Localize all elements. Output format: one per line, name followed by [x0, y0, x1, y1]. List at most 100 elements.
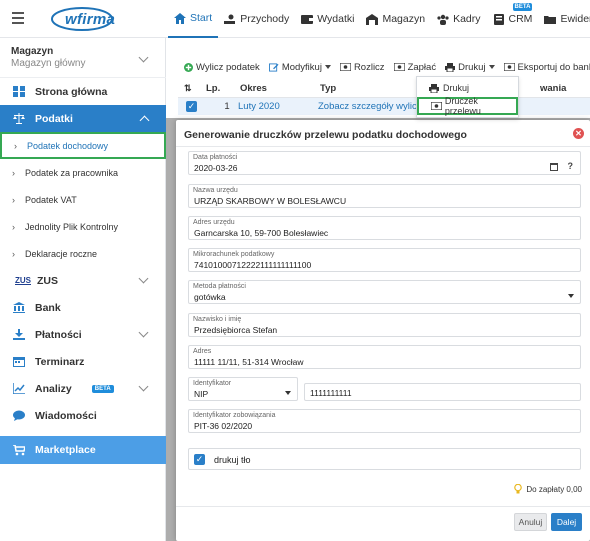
adres-field[interactable]: Adres 11111 11/11, 51-314 Wrocław [188, 345, 581, 369]
sidebar-item-podatek-za-pracownika[interactable]: › Podatek za pracownika [0, 159, 166, 186]
warehouse-title: Magazyn [11, 46, 54, 57]
cart-icon [13, 444, 25, 455]
print-transfer-modal: Generowanie druczków przelewu podatku do… [176, 120, 590, 541]
nav-ewidencje-label: Ewidencje [560, 13, 590, 25]
wfirma-logo[interactable]: wfirma [48, 6, 128, 32]
lightbulb-icon [514, 484, 523, 494]
field-label: Nazwisko i imię [193, 316, 242, 323]
sidebar-item-podatki[interactable]: Podatki [0, 105, 166, 132]
field-label: Data płatności [193, 154, 238, 161]
sidebar-item-strona-glowna[interactable]: Strona główna [0, 78, 166, 105]
nav-ewidencje[interactable]: Ewidencje [538, 0, 590, 38]
wallet-icon [301, 14, 314, 24]
cancel-button[interactable]: Anuluj [514, 513, 547, 531]
nav-start[interactable]: Start [168, 0, 219, 38]
sidebar-item-wiadomosci[interactable]: Wiadomości [0, 402, 166, 429]
top-bar: wfirma Start Przychody Wydatki Magazyn K… [0, 0, 590, 38]
identyfikator-number-field[interactable]: 1111111111 [304, 383, 581, 401]
metoda-platnosci-select[interactable]: Metoda płatności gotówka [188, 280, 581, 304]
sidebar-item-label: Podatki [35, 112, 73, 125]
column-trailing[interactable]: wania [540, 83, 566, 94]
sidebar-item-jpk[interactable]: › Jednolity Plik Kontrolny [0, 213, 166, 240]
nazwa-urzedu-field[interactable]: Nazwa urzędu URZĄD SKARBOWY W BOLESŁAWCU [188, 184, 581, 208]
drukuj-dropdown: Drukuj Druczek przelewu [416, 76, 519, 118]
hand-coin-icon [224, 14, 236, 24]
eksportuj-button[interactable]: Eksportuj do banku [503, 62, 590, 73]
sidebar-item-label: Wiadomości [35, 409, 97, 422]
divider [176, 506, 590, 507]
zaplac-label: Zapłać [407, 61, 437, 73]
field-label: Nazwa urzędu [193, 187, 238, 194]
toolbar: Wylicz podatek Modyfikuj Rozlicz Zapłać … [184, 58, 590, 76]
column-okres[interactable]: Okres [240, 83, 320, 94]
drukuj-tlo-checkbox-row[interactable]: ✓ drukuj tło [188, 448, 581, 470]
sidebar-item-podatek-vat[interactable]: › Podatek VAT [0, 186, 166, 213]
nav-kadry-label: Kadry [453, 13, 481, 25]
users-icon [437, 14, 449, 25]
sidebar-item-podatek-dochodowy[interactable]: › Podatek dochodowy [0, 132, 166, 159]
chevron-down-icon [138, 381, 149, 392]
caret-down-icon [285, 391, 291, 395]
calendar-icon[interactable] [550, 163, 558, 171]
nav-start-label: Start [190, 12, 213, 24]
row-checkbox[interactable]: ✓ [186, 101, 197, 112]
crm-icon [493, 13, 504, 25]
next-button[interactable]: Dalej [551, 513, 582, 531]
modyfikuj-label: Modyfikuj [281, 61, 322, 73]
warehouse-selector[interactable]: Magazyn Magazyn główny [0, 38, 166, 78]
sidebar-item-marketplace[interactable]: Marketplace [0, 436, 166, 464]
adres-urzedu-field[interactable]: Adres urzędu Garncarska 10, 59-700 Boles… [188, 216, 581, 240]
data-platnosci-field[interactable]: Data płatności 2020-03-26 ? [188, 151, 581, 175]
rozlicz-button[interactable]: Rozlicz [339, 62, 385, 73]
bank-icon [13, 302, 25, 313]
sidebar-item-label: Deklaracje roczne [25, 248, 98, 259]
do-zaplaty-text: Do zapłaty 0,00 [526, 484, 582, 494]
nav-wydatki[interactable]: Wydatki [295, 0, 360, 38]
row-okres[interactable]: Luty 2020 [238, 101, 318, 112]
row-checkbox-wrap: ✓ [186, 101, 216, 112]
drukuj-tlo-checkbox[interactable]: ✓ [194, 454, 205, 465]
chat-icon [13, 410, 25, 421]
plus-circle-icon [184, 62, 193, 72]
dropdown-item-druczek-przelewu[interactable]: Druczek przelewu [417, 96, 518, 116]
nazwisko-field[interactable]: Nazwisko i imię Przedsiębiorca Stefan [188, 313, 581, 337]
chevron-right-icon: › [12, 248, 15, 259]
table-header: ⇅ Lp. Okres Typ wania [178, 80, 590, 98]
main-nav: Start Przychody Wydatki Magazyn Kadry CR… [168, 0, 590, 38]
nav-magazyn[interactable]: Magazyn [360, 0, 431, 38]
modyfikuj-button[interactable]: Modyfikuj [268, 61, 331, 73]
sidebar-item-platnosci[interactable]: Płatności [0, 321, 166, 348]
drukuj-menu-button[interactable]: Drukuj [445, 62, 495, 73]
chart-line-icon [13, 383, 25, 394]
chevron-right-icon: › [12, 167, 15, 178]
money-icon [431, 102, 442, 110]
sidebar-item-zus[interactable]: ZUS ZUS [0, 267, 166, 294]
sort-icon[interactable]: ⇅ [184, 83, 206, 94]
sidebar-item-analizy[interactable]: Analizy BETA [0, 375, 166, 402]
field-value: Garncarska 10, 59-700 Bolesławiec [194, 228, 329, 238]
analizy-beta-badge: BETA [91, 384, 114, 393]
menu-icon[interactable] [12, 12, 24, 24]
nav-crm[interactable]: CRM BETA [487, 0, 539, 38]
dashboard-icon [13, 86, 25, 97]
sidebar-item-deklaracje-roczne[interactable]: › Deklaracje roczne [0, 240, 166, 267]
wylicz-podatek-button[interactable]: Wylicz podatek [184, 62, 260, 73]
field-value: 1111111111 [310, 388, 352, 398]
column-lp[interactable]: Lp. [206, 83, 240, 94]
identyfikator-type-select[interactable]: Identyfikator NIP [188, 377, 298, 401]
nav-przychody[interactable]: Przychody [218, 0, 295, 38]
help-icon[interactable]: ? [568, 161, 574, 171]
field-label: Identyfikator [193, 380, 232, 387]
sidebar-item-bank[interactable]: Bank [0, 294, 166, 321]
close-icon[interactable]: ✕ [573, 128, 584, 139]
edit-icon [268, 62, 279, 72]
sidebar-item-terminarz[interactable]: Terminarz [0, 348, 166, 375]
table-row[interactable]: ✓ 1 Luty 2020 Zobacz szczegóły wyliczeni… [178, 98, 590, 115]
identyfikator-zobowiazania-field[interactable]: Identyfikator zobowiązania PIT-36 02/202… [188, 409, 581, 433]
crm-beta-badge: BETA [512, 3, 533, 11]
zaplac-button[interactable]: Zapłać [393, 61, 437, 73]
dropdown-item-drukuj[interactable]: Drukuj [417, 79, 518, 97]
money-icon [503, 63, 515, 71]
nav-kadry[interactable]: Kadry [431, 0, 486, 38]
mikrorachunek-field[interactable]: Mikrorachunek podatkowy 7410100071222211… [188, 248, 581, 272]
